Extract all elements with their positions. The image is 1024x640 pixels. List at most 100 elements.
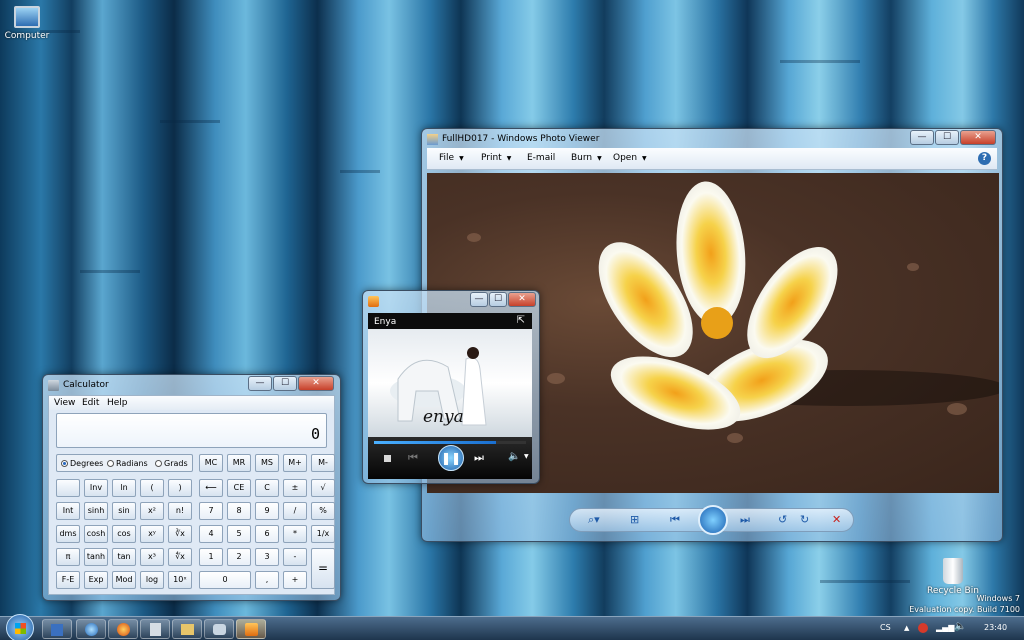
network-icon[interactable]: ▂▄▆ bbox=[936, 623, 954, 632]
zoom-icon[interactable]: ⌕▾ bbox=[588, 513, 600, 527]
language-indicator[interactable]: CS bbox=[880, 623, 891, 632]
media-player-titlebar[interactable]: — ☐ ✕ bbox=[363, 291, 539, 313]
volume-icon[interactable]: 🔈 bbox=[954, 621, 966, 632]
media-player-window[interactable]: — ☐ ✕ Enya ⇱ enya ⏮ ❚❚ ⏭ 🔈 ▼ bbox=[362, 290, 540, 484]
calc-key[interactable]: 1/x bbox=[311, 525, 335, 543]
radio-radians[interactable]: Radians bbox=[107, 459, 148, 468]
calc-key[interactable]: 5 bbox=[227, 525, 251, 543]
menu-help[interactable]: Help bbox=[107, 398, 128, 408]
calc-key[interactable]: cosh bbox=[84, 525, 108, 543]
calc-key[interactable]: ∛x bbox=[168, 525, 192, 543]
taskbar-item-6[interactable] bbox=[204, 619, 234, 639]
calc-key[interactable]: ∜x bbox=[168, 548, 192, 566]
calc-key[interactable]: x² bbox=[140, 502, 164, 520]
taskbar-item-4[interactable] bbox=[140, 619, 170, 639]
calc-key[interactable]: CE bbox=[227, 479, 251, 497]
calc-key[interactable]: * bbox=[283, 525, 307, 543]
radio-degrees[interactable]: Degrees bbox=[61, 459, 103, 468]
play-pause-button[interactable]: ❚❚ bbox=[438, 445, 464, 471]
mem-key[interactable]: MR bbox=[227, 454, 251, 472]
menu-email[interactable]: E-mail bbox=[527, 153, 555, 163]
taskbar-item-5[interactable] bbox=[172, 619, 202, 639]
close-button[interactable]: ✕ bbox=[960, 130, 996, 145]
up-arrow-icon[interactable]: ▲ bbox=[904, 624, 909, 632]
menu-edit[interactable]: Edit bbox=[82, 398, 99, 408]
minimize-button[interactable]: — bbox=[910, 130, 934, 145]
menu-view[interactable]: View bbox=[54, 398, 75, 408]
calc-key[interactable]: = bbox=[311, 548, 335, 589]
calc-key[interactable]: ± bbox=[283, 479, 307, 497]
taskbar-item-7[interactable] bbox=[236, 619, 266, 639]
maximize-button[interactable]: ☐ bbox=[489, 292, 507, 307]
calc-key[interactable]: Inv bbox=[84, 479, 108, 497]
slideshow-button[interactable] bbox=[698, 505, 728, 535]
next-icon[interactable]: ⏭ bbox=[740, 513, 750, 527]
rotate-left-icon[interactable]: ↺ bbox=[778, 513, 787, 526]
calc-key[interactable]: 7 bbox=[199, 502, 223, 520]
calc-key[interactable]: ⟵ bbox=[199, 479, 223, 497]
calc-key[interactable]: , bbox=[255, 571, 279, 589]
rotate-right-icon[interactable]: ↻ bbox=[800, 513, 809, 526]
next-icon[interactable]: ⏭ bbox=[474, 451, 484, 465]
mem-key[interactable]: MC bbox=[199, 454, 223, 472]
calc-key[interactable]: Exp bbox=[84, 571, 108, 589]
close-button[interactable]: ✕ bbox=[298, 376, 334, 391]
calc-key[interactable]: 4 bbox=[199, 525, 223, 543]
calc-key[interactable]: 9 bbox=[255, 502, 279, 520]
calc-key[interactable]: ) bbox=[168, 479, 192, 497]
calc-key[interactable]: 8 bbox=[227, 502, 251, 520]
minimize-button[interactable]: — bbox=[248, 376, 272, 391]
calc-key[interactable]: cos bbox=[112, 525, 136, 543]
calc-key[interactable]: tan bbox=[112, 548, 136, 566]
calc-key[interactable]: 1 bbox=[199, 548, 223, 566]
calc-key[interactable]: √ bbox=[311, 479, 335, 497]
chevron-down-icon[interactable]: ▼ bbox=[524, 453, 529, 460]
stop-icon[interactable] bbox=[384, 455, 391, 462]
calc-key[interactable]: % bbox=[311, 502, 335, 520]
menu-file[interactable]: File ▼ bbox=[439, 153, 464, 163]
radio-grads[interactable]: Grads bbox=[155, 459, 188, 468]
maximize-button[interactable]: ☐ bbox=[273, 376, 297, 391]
switch-view-icon[interactable]: ⇱ bbox=[517, 315, 525, 326]
menu-open[interactable]: Open ▼ bbox=[613, 153, 647, 163]
calc-key[interactable]: 2 bbox=[227, 548, 251, 566]
start-button[interactable] bbox=[6, 614, 34, 640]
mem-key[interactable]: MS bbox=[255, 454, 279, 472]
calc-key[interactable]: sinh bbox=[84, 502, 108, 520]
previous-icon[interactable]: ⏮ bbox=[408, 451, 418, 465]
security-icon[interactable] bbox=[918, 623, 928, 633]
desktop-icon-computer[interactable]: Computer bbox=[4, 6, 50, 41]
delete-icon[interactable]: ✕ bbox=[832, 513, 841, 526]
calc-key[interactable]: Int bbox=[56, 502, 80, 520]
clock[interactable]: 23:40 bbox=[984, 623, 1007, 632]
calc-key[interactable]: 3 bbox=[255, 548, 279, 566]
calc-key[interactable]: π bbox=[56, 548, 80, 566]
calc-key[interactable]: ln bbox=[112, 479, 136, 497]
calc-key[interactable]: - bbox=[283, 548, 307, 566]
maximize-button[interactable]: ☐ bbox=[935, 130, 959, 145]
previous-icon[interactable]: ⏮ bbox=[670, 513, 680, 527]
volume-icon[interactable]: 🔈 bbox=[508, 451, 520, 462]
menu-print[interactable]: Print ▼ bbox=[481, 153, 511, 163]
calc-key[interactable]: F-E bbox=[56, 571, 80, 589]
close-button[interactable]: ✕ bbox=[508, 292, 536, 307]
calculator-titlebar[interactable]: Calculator — ☐ ✕ bbox=[43, 375, 340, 397]
calc-key[interactable]: tanh bbox=[84, 548, 108, 566]
calc-key[interactable]: 10ˣ bbox=[168, 571, 192, 589]
calc-key[interactable]: dms bbox=[56, 525, 80, 543]
seek-bar[interactable] bbox=[374, 441, 526, 444]
calculator-window[interactable]: Calculator — ☐ ✕ View Edit Help 0 Degree… bbox=[42, 374, 341, 601]
calc-key[interactable]: x³ bbox=[140, 548, 164, 566]
mem-key[interactable]: M+ bbox=[283, 454, 307, 472]
help-icon[interactable]: ? bbox=[978, 152, 991, 165]
calc-key[interactable]: 0 bbox=[199, 571, 251, 589]
calc-key[interactable] bbox=[56, 479, 80, 497]
calc-key[interactable]: C bbox=[255, 479, 279, 497]
fit-icon[interactable]: ⊞ bbox=[630, 513, 639, 526]
calc-key[interactable]: 6 bbox=[255, 525, 279, 543]
calc-key[interactable]: sin bbox=[112, 502, 136, 520]
desktop-icon-recycle-bin[interactable]: Recycle Bin bbox=[925, 558, 981, 596]
calc-key[interactable]: Mod bbox=[112, 571, 136, 589]
calc-key[interactable]: / bbox=[283, 502, 307, 520]
calc-key[interactable]: + bbox=[283, 571, 307, 589]
